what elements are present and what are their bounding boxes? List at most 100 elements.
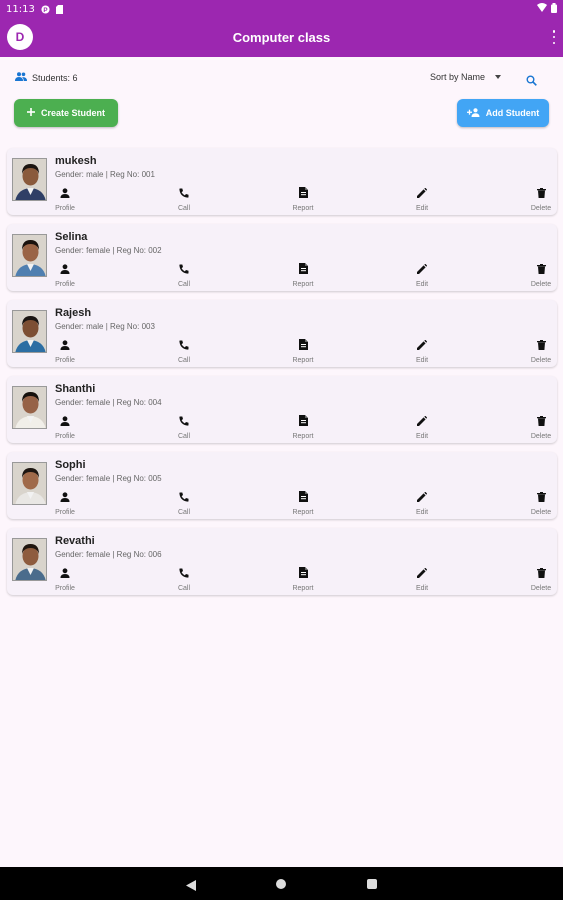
report-label: Report bbox=[292, 357, 314, 364]
delete-label: Delete bbox=[530, 205, 552, 212]
pencil-icon bbox=[417, 413, 427, 431]
status-time: 11:13 bbox=[6, 3, 35, 15]
call-label: Call bbox=[177, 357, 191, 364]
chevron-down-icon bbox=[495, 75, 502, 79]
trash-icon bbox=[536, 337, 546, 355]
students-count: Students: 6 bbox=[15, 72, 78, 83]
edit-button[interactable]: Edit bbox=[402, 261, 442, 288]
more-vert-icon[interactable] bbox=[551, 30, 557, 44]
edit-button[interactable]: Edit bbox=[402, 185, 442, 212]
people-icon bbox=[15, 72, 27, 83]
student-card[interactable]: mukesh Gender: male | Reg No: 001 Profil… bbox=[7, 148, 557, 215]
student-photo bbox=[12, 462, 47, 505]
profile-button[interactable]: Profile bbox=[45, 185, 85, 212]
delete-button[interactable]: Delete bbox=[521, 413, 561, 440]
search-icon[interactable] bbox=[526, 73, 537, 91]
person-icon bbox=[60, 261, 70, 279]
call-label: Call bbox=[177, 509, 191, 516]
student-name: Selina bbox=[55, 231, 88, 243]
page-title: Computer class bbox=[232, 30, 331, 45]
student-name: Shanthi bbox=[55, 383, 96, 395]
profile-label: Profile bbox=[55, 585, 75, 592]
student-photo bbox=[12, 234, 47, 277]
edit-button[interactable]: Edit bbox=[402, 337, 442, 364]
report-label: Report bbox=[292, 205, 314, 212]
profile-button[interactable]: Profile bbox=[45, 413, 85, 440]
student-meta: Gender: female | Reg No: 005 bbox=[55, 474, 162, 483]
delete-label: Delete bbox=[530, 433, 552, 440]
profile-button[interactable]: Profile bbox=[45, 489, 85, 516]
call-label: Call bbox=[177, 433, 191, 440]
edit-button[interactable]: Edit bbox=[402, 565, 442, 592]
student-photo bbox=[12, 538, 47, 581]
notification-icon: P bbox=[41, 4, 51, 14]
add-student-label: Add Student bbox=[485, 108, 540, 118]
back-icon[interactable] bbox=[186, 878, 196, 896]
create-student-button[interactable]: Create Student bbox=[14, 99, 118, 127]
profile-button[interactable]: Profile bbox=[45, 337, 85, 364]
student-card[interactable]: Rajesh Gender: male | Reg No: 003 Profil… bbox=[7, 300, 557, 367]
delete-button[interactable]: Delete bbox=[521, 337, 561, 364]
create-student-label: Create Student bbox=[40, 108, 105, 118]
person-icon bbox=[60, 413, 70, 431]
battery-icon bbox=[551, 2, 557, 16]
student-card[interactable]: Revathi Gender: female | Reg No: 006 Pro… bbox=[7, 528, 557, 595]
profile-button[interactable]: Profile bbox=[45, 261, 85, 288]
profile-label: Profile bbox=[55, 357, 75, 364]
student-card[interactable]: Selina Gender: female | Reg No: 002 Prof… bbox=[7, 224, 557, 291]
home-icon[interactable] bbox=[276, 879, 286, 889]
delete-label: Delete bbox=[530, 357, 552, 364]
report-label: Report bbox=[292, 281, 314, 288]
delete-label: Delete bbox=[530, 585, 552, 592]
edit-label: Edit bbox=[415, 205, 429, 212]
person-icon bbox=[60, 565, 70, 583]
report-button[interactable]: Report bbox=[283, 489, 323, 516]
document-icon bbox=[298, 337, 308, 355]
report-label: Report bbox=[292, 585, 314, 592]
student-card[interactable]: Sophi Gender: female | Reg No: 005 Profi… bbox=[7, 452, 557, 519]
student-meta: Gender: female | Reg No: 004 bbox=[55, 398, 162, 407]
pencil-icon bbox=[417, 565, 427, 583]
profile-label: Profile bbox=[55, 281, 75, 288]
call-button[interactable]: Call bbox=[164, 261, 204, 288]
document-icon bbox=[298, 261, 308, 279]
delete-button[interactable]: Delete bbox=[521, 565, 561, 592]
profile-label: Profile bbox=[55, 433, 75, 440]
call-label: Call bbox=[177, 205, 191, 212]
students-count-label: Students: 6 bbox=[32, 72, 78, 83]
delete-button[interactable]: Delete bbox=[521, 261, 561, 288]
trash-icon bbox=[536, 489, 546, 507]
report-button[interactable]: Report bbox=[283, 565, 323, 592]
call-button[interactable]: Call bbox=[164, 413, 204, 440]
delete-label: Delete bbox=[530, 281, 552, 288]
profile-label: Profile bbox=[55, 205, 75, 212]
pencil-icon bbox=[417, 489, 427, 507]
add-student-button[interactable]: Add Student bbox=[457, 99, 549, 127]
edit-button[interactable]: Edit bbox=[402, 413, 442, 440]
call-label: Call bbox=[177, 281, 191, 288]
phone-icon bbox=[179, 337, 189, 355]
call-button[interactable]: Call bbox=[164, 337, 204, 364]
call-button[interactable]: Call bbox=[164, 565, 204, 592]
student-name: Rajesh bbox=[55, 307, 92, 319]
delete-button[interactable]: Delete bbox=[521, 489, 561, 516]
sort-dropdown[interactable]: Sort by Name bbox=[430, 72, 502, 82]
report-button[interactable]: Report bbox=[283, 185, 323, 212]
trash-icon bbox=[536, 185, 546, 203]
student-name: mukesh bbox=[55, 155, 97, 167]
call-button[interactable]: Call bbox=[164, 489, 204, 516]
profile-button[interactable]: Profile bbox=[45, 565, 85, 592]
phone-icon bbox=[179, 565, 189, 583]
report-button[interactable]: Report bbox=[283, 413, 323, 440]
report-label: Report bbox=[292, 509, 314, 516]
edit-label: Edit bbox=[415, 357, 429, 364]
call-button[interactable]: Call bbox=[164, 185, 204, 212]
recents-icon[interactable] bbox=[367, 879, 377, 889]
app-bar: 11:13 P D Computer class bbox=[0, 0, 563, 57]
edit-button[interactable]: Edit bbox=[402, 489, 442, 516]
report-button[interactable]: Report bbox=[283, 337, 323, 364]
delete-button[interactable]: Delete bbox=[521, 185, 561, 212]
student-card[interactable]: Shanthi Gender: female | Reg No: 004 Pro… bbox=[7, 376, 557, 443]
person-icon bbox=[60, 185, 70, 203]
report-button[interactable]: Report bbox=[283, 261, 323, 288]
